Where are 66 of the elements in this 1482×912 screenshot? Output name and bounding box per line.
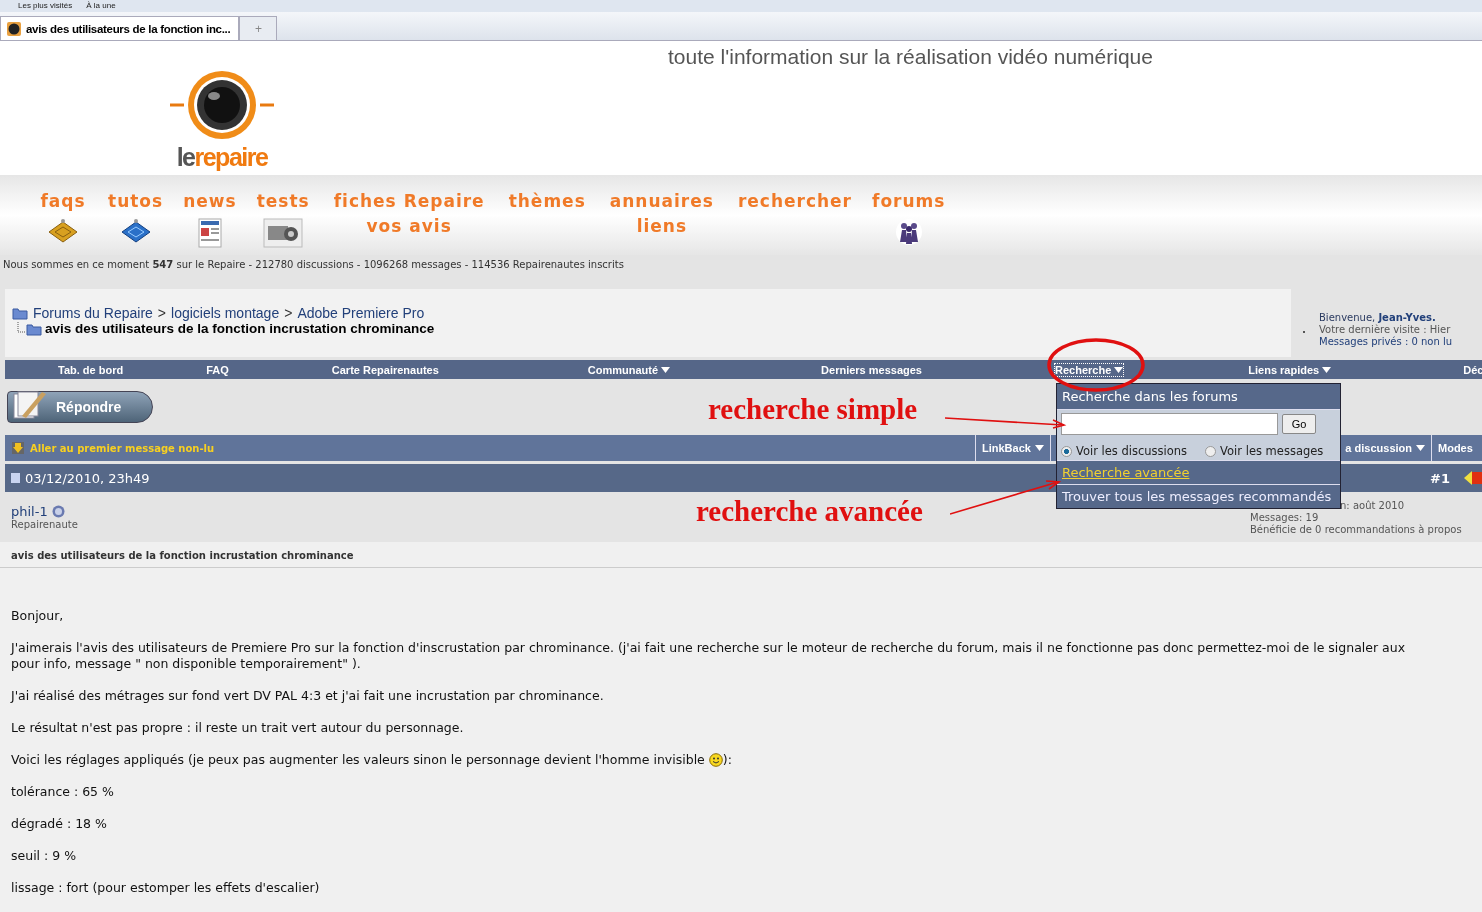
recommended-messages-link[interactable]: Trouver tous les messages recommandés (1062, 489, 1332, 504)
maze-icon[interactable] (47, 218, 79, 244)
go-button[interactable]: Go (1282, 414, 1316, 434)
annotation-text: recherche avancée (696, 495, 923, 528)
offline-status-icon (51, 505, 65, 518)
user-info-text: Messages: 19 (1250, 512, 1320, 524)
search-field[interactable] (1061, 413, 1278, 435)
user-rank: Repairenaute (11, 519, 79, 530)
navbar-link[interactable]: Recherche (1055, 363, 1124, 376)
site-tagline: toute l'information sur la réalisation vidéo numérique (668, 45, 1153, 70)
post-paragraph: J'aimerais l'avis des utilisateurs de Premiere Pro sur la fonction d'inscrustation par chrominance. (j'ai fait une recherche sur le moteur de recherche du forum, mais il ne fonctionne pas donc permettez-moi de le signaler aux pour info, message " non disponible temporairement" ). (11, 640, 1407, 672)
navbar-link[interactable]: Derniers messages (821, 363, 922, 376)
folder-icon (12, 306, 28, 320)
browser-tab[interactable]: + (239, 16, 278, 40)
post-number[interactable]: #1 (1430, 470, 1450, 486)
post-paragraph: J'ai réalisé des métrages sur fond vert DV PAL 4:3 et j'ai fait une incrustation par chrominance. (11, 688, 605, 704)
welcome-text: Bienvenue, Jean-Yves. (1319, 312, 1437, 324)
post-paragraph: Voici les réglages appliqués (je peux pas augmenter les valeurs sinon le personnage devient l'homme invisible ): (11, 752, 733, 768)
reply-button[interactable]: Répondre (7, 391, 153, 423)
first-unread-link[interactable]: Aller au premier message non-lu (5, 442, 215, 454)
advanced-search-link[interactable]: Recherche avancée (1062, 465, 1190, 480)
flag-icon[interactable] (1464, 470, 1482, 486)
down-arrow-icon (12, 442, 24, 454)
post-paragraph: Bonjour, (11, 608, 65, 624)
navbar-link[interactable]: FAQ (206, 363, 229, 376)
navbar-link[interactable]: Carte Repairenautes (331, 363, 439, 376)
post-paragraph: tolérance : 65 % (11, 784, 115, 800)
post-title: avis des utilisateurs de la fonction incrustation chrominance (11, 550, 355, 561)
breadcrumb-link[interactable]: logiciels montage (171, 305, 280, 321)
bookmark-link[interactable]: À la une (86, 0, 116, 12)
navbar-link[interactable]: Communauté (587, 363, 671, 376)
post-paragraph: lissage : fort (pour estomper les effets d'escalier) (11, 880, 321, 896)
folder-tree-icon (14, 321, 42, 336)
search-option-radio[interactable]: Voir les discussions (1061, 444, 1188, 458)
document-pen-icon (12, 390, 48, 420)
post-date: 03/12/2010, 23h49 (5, 470, 150, 486)
private-messages-link[interactable]: Messages privés : 0 non lu (1319, 336, 1453, 348)
post-paragraph: Le résultat n'est pas propre : il reste un trait vert autour du personnage. (11, 720, 465, 736)
post-icon (11, 473, 20, 483)
breadcrumb-separator: > (284, 305, 293, 321)
navbar-link[interactable]: Liens rapides (1248, 363, 1332, 376)
favicon-icon (7, 21, 21, 36)
author-link[interactable]: phil-1 (11, 504, 48, 519)
thread-tool-menu[interactable]: a discussion (1339, 435, 1431, 461)
breadcrumb-link[interactable]: Adobe Premiere Pro (297, 305, 425, 321)
post-paragraph: seuil : 9 % (11, 848, 78, 864)
newspaper-icon[interactable] (197, 218, 222, 248)
post-paragraph: dégradé : 18 % (11, 816, 108, 832)
breadcrumb-link[interactable]: Forums du Repaire (33, 305, 153, 321)
bookmark-link[interactable]: Les plus visités (18, 0, 73, 12)
user-info-text: n: août 2010 (1339, 500, 1406, 512)
smiley-icon (708, 753, 723, 767)
user-info-text: Bénéficie de 0 recommandations à propos (1250, 524, 1463, 536)
navbar-link[interactable]: Tab. de bord (58, 363, 124, 376)
annotation-text: recherche simple (708, 393, 918, 426)
forum-stats: Nous sommes en ce moment 547 sur le Repaire - 212780 discussions - 1096268 messages - 114536 Repairenautes inscrits (2, 258, 625, 272)
maze-icon[interactable] (119, 218, 152, 244)
thread-tool-menu[interactable]: LinkBack (975, 435, 1051, 461)
breadcrumb-separator: > (157, 305, 166, 321)
search-option-radio[interactable]: Voir les messages (1205, 444, 1324, 458)
browser-tab[interactable]: avis des utilisateurs de la fonction inc... (0, 16, 240, 40)
thread-tool-menu[interactable]: Modes (1431, 435, 1482, 461)
equipment-icon[interactable] (263, 218, 304, 248)
last-visit-text: Votre dernière visite : Hier (1319, 324, 1452, 336)
site-logo[interactable]: lerepaire (176, 145, 268, 169)
thread-title: avis des utilisateurs de la fonction incrustation chrominance (45, 321, 435, 336)
